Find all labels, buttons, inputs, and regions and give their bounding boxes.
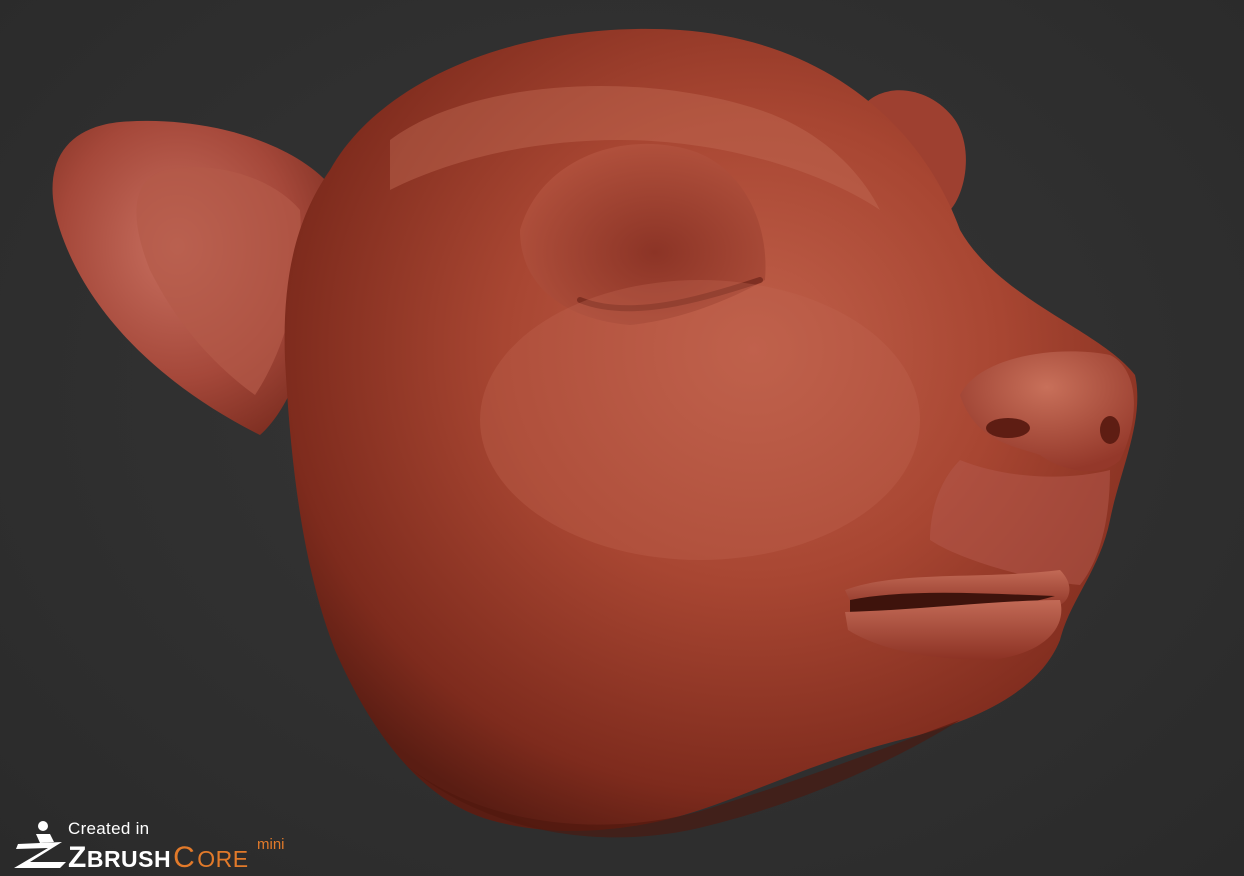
nostril-right [1100,416,1120,444]
cheek-highlight [480,280,920,560]
brand-core-rest: ORE [197,846,249,872]
created-in-label: Created in [68,819,150,838]
brand-brush: BRUSH [86,846,172,872]
brand-mini-label: mini [257,836,285,853]
sculpted-head-model[interactable] [0,0,1244,876]
brand-wordmark: ZBRUSHCORE [68,841,249,875]
brand-z: Z [68,841,87,874]
zbrushcore-watermark: Created in ZBRUSHCORE mini [6,816,306,876]
brand-core-c: C [173,841,196,874]
3d-viewport[interactable] [0,0,1244,876]
nostril-left [986,418,1030,438]
zbrush-logo-icon [14,821,66,868]
